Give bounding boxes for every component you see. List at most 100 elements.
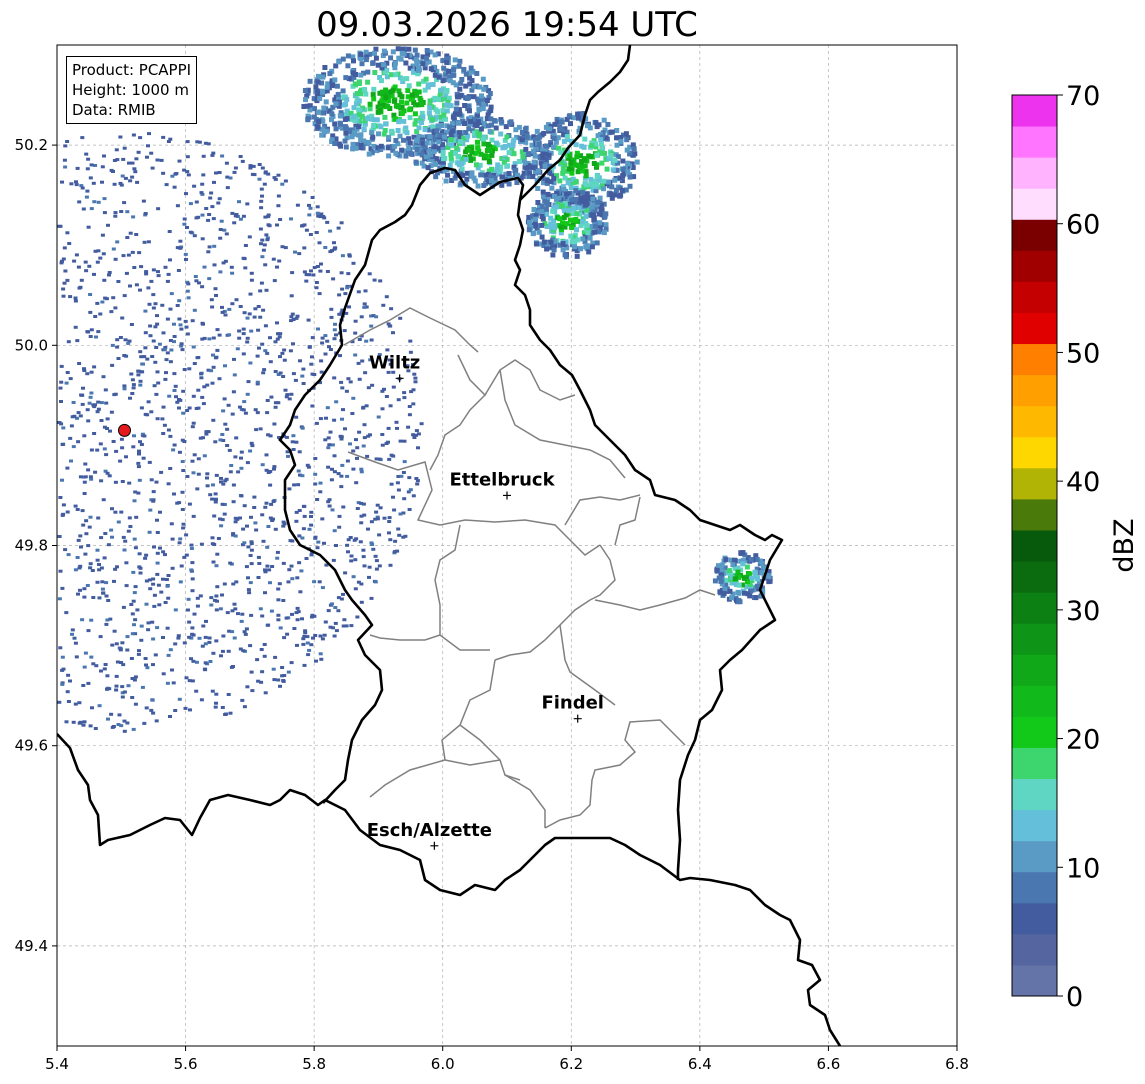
- precip-echo: [736, 590, 742, 596]
- clutter-echo: [351, 261, 356, 265]
- clutter-echo: [280, 182, 285, 186]
- clutter-echo: [177, 406, 181, 410]
- precip-echo: [454, 145, 460, 151]
- precip-echo: [399, 110, 405, 116]
- clutter-echo: [104, 622, 109, 626]
- precip-echo: [401, 137, 406, 143]
- precip-echo: [343, 75, 349, 81]
- clutter-echo: [75, 166, 80, 170]
- clutter-echo: [163, 377, 168, 381]
- precip-echo: [595, 199, 601, 205]
- clutter-echo: [153, 325, 158, 329]
- clutter-echo: [130, 677, 135, 680]
- clutter-echo: [340, 254, 345, 258]
- clutter-echo: [234, 298, 239, 302]
- clutter-echo: [150, 355, 155, 358]
- clutter-echo: [130, 696, 135, 699]
- clutter-echo: [263, 591, 267, 595]
- clutter-echo: [190, 561, 195, 565]
- clutter-echo: [222, 397, 227, 401]
- clutter-echo: [260, 614, 265, 618]
- precip-echo: [565, 180, 571, 186]
- precip-echo: [302, 88, 308, 93]
- clutter-echo: [407, 413, 412, 417]
- clutter-echo: [127, 161, 131, 165]
- clutter-echo: [302, 514, 307, 518]
- clutter-echo: [194, 689, 199, 693]
- clutter-echo: [265, 545, 270, 549]
- clutter-echo: [345, 459, 350, 463]
- clutter-echo: [373, 580, 378, 584]
- clutter-echo: [353, 558, 358, 562]
- clutter-echo: [202, 454, 207, 458]
- clutter-echo: [310, 372, 315, 376]
- clutter-echo: [253, 408, 258, 412]
- clutter-echo: [234, 436, 239, 440]
- clutter-echo: [297, 534, 302, 538]
- clutter-echo: [182, 168, 187, 172]
- clutter-echo: [109, 712, 114, 716]
- clutter-echo: [75, 339, 80, 343]
- clutter-echo: [95, 260, 100, 264]
- precip-echo: [440, 108, 446, 114]
- clutter-echo: [322, 633, 327, 637]
- clutter-echo: [178, 537, 183, 541]
- clutter-echo: [224, 232, 229, 236]
- clutter-echo: [230, 412, 235, 416]
- clutter-echo: [317, 292, 322, 296]
- clutter-echo: [163, 553, 167, 557]
- precip-echo: [322, 65, 328, 70]
- clutter-echo: [232, 602, 237, 606]
- clutter-echo: [382, 387, 386, 391]
- clutter-echo: [287, 397, 292, 401]
- precip-echo: [599, 145, 605, 151]
- clutter-echo: [118, 459, 123, 463]
- clutter-echo: [214, 473, 219, 477]
- clutter-echo: [217, 333, 222, 337]
- clutter-echo: [61, 287, 66, 291]
- clutter-echo: [259, 648, 264, 651]
- precip-echo: [468, 65, 474, 71]
- precip-echo: [358, 132, 364, 138]
- precip-echo: [602, 150, 607, 156]
- clutter-echo: [109, 410, 114, 414]
- clutter-echo: [273, 340, 278, 344]
- clutter-echo: [272, 176, 277, 180]
- clutter-echo: [191, 394, 196, 398]
- clutter-echo: [167, 394, 172, 398]
- clutter-echo: [186, 296, 191, 300]
- clutter-echo: [75, 508, 80, 511]
- clutter-echo: [102, 211, 107, 215]
- clutter-echo: [130, 392, 135, 395]
- clutter-echo: [362, 305, 367, 309]
- clutter-echo: [384, 395, 389, 398]
- precip-echo: [745, 591, 751, 597]
- clutter-echo: [264, 468, 269, 472]
- precip-echo: [351, 105, 357, 111]
- clutter-echo: [265, 564, 270, 568]
- clutter-echo: [145, 413, 150, 417]
- clutter-echo: [238, 405, 242, 409]
- clutter-echo: [201, 173, 206, 177]
- clutter-echo: [99, 536, 104, 540]
- clutter-echo: [322, 216, 327, 220]
- clutter-echo: [196, 472, 201, 476]
- place-label: Wiltz: [369, 352, 420, 373]
- precip-echo: [520, 154, 526, 160]
- clutter-echo: [276, 173, 281, 177]
- clutter-echo: [126, 684, 131, 688]
- clutter-echo: [318, 490, 323, 494]
- clutter-echo: [246, 588, 251, 592]
- clutter-echo: [225, 611, 230, 615]
- clutter-echo: [214, 294, 218, 297]
- clutter-echo: [95, 558, 100, 562]
- clutter-echo: [79, 278, 84, 282]
- clutter-echo: [190, 626, 195, 630]
- precip-echo: [516, 159, 522, 164]
- precip-echo: [423, 154, 429, 160]
- clutter-echo: [285, 632, 290, 636]
- precip-echo: [352, 129, 358, 135]
- clutter-echo: [70, 628, 75, 632]
- clutter-echo: [202, 265, 207, 269]
- clutter-echo: [221, 409, 226, 413]
